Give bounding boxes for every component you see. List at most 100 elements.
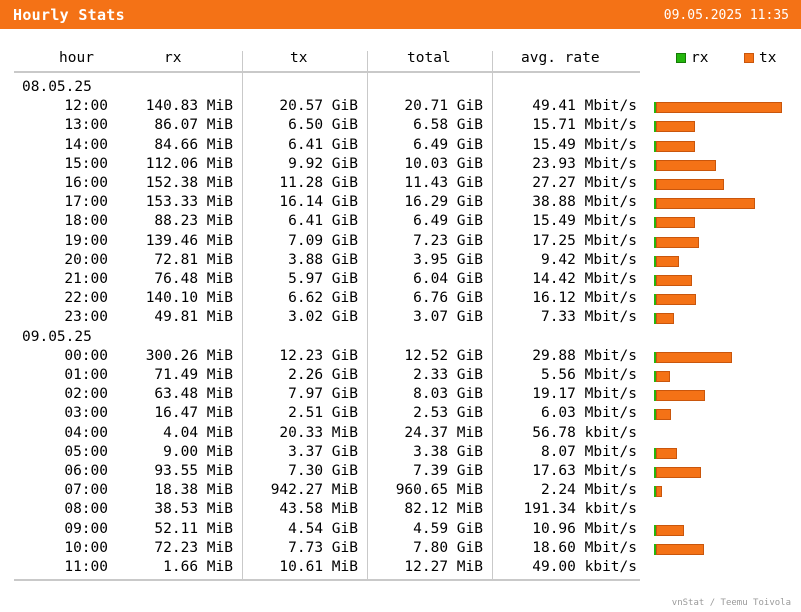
total-cell: 2.33 GiB [413, 367, 483, 383]
header-divider [14, 71, 640, 73]
legend-rx-label: rx [691, 50, 709, 66]
tx-bar-segment [656, 467, 701, 478]
table-row: 20:00 72.81 MiB 3.88 GiB 3.95 GiB 9.42 Mbit/… [0, 251, 801, 270]
tx-bar-segment [656, 543, 704, 555]
table-row: 03:00 16.47 MiB 2.51 GiB 2.53 GiB 6.03 Mbit/… [0, 404, 801, 423]
rx-cell: 140.10 MiB [145, 290, 233, 307]
hour-cell: 20:00 [64, 251, 108, 268]
table-row: 10:00 72.23 MiB 7.73 GiB 7.80 GiB 18.60 Mbit… [0, 539, 801, 558]
tx-cell: 6.41 GiB [288, 213, 358, 230]
rx-cell: 84.66 MiB [154, 136, 233, 153]
total-cell: 3.07 GiB [413, 309, 483, 326]
avg-rate-cell: 38.88 Mbit/s [532, 194, 637, 211]
hour-cell: 00:00 [64, 347, 108, 364]
table-row: 08:00 38.53 MiB 43.58 MiB 82.12 MiB 191.34 k… [0, 500, 801, 519]
traffic-bar [654, 409, 671, 421]
hour-cell: 21:00 [64, 271, 108, 287]
total-cell: 960.65 MiB [395, 482, 483, 499]
rx-cell: 93.55 MiB [154, 463, 233, 479]
tx-bar-segment [656, 179, 724, 190]
rx-cell: 112.06 MiB [145, 155, 233, 172]
tx-bar-segment [656, 371, 670, 382]
total-cell: 6.76 GiB [413, 290, 483, 307]
hour-cell: 23:00 [64, 309, 108, 326]
timestamp: 09.05.2025 11:35 [663, 8, 789, 23]
tx-bar-segment [656, 217, 695, 229]
avg-rate-cell: 27.27 Mbit/s [532, 175, 637, 191]
table-row: 12:00 140.83 MiB 20.57 GiB 20.71 GiB 49.41 M… [0, 97, 801, 116]
hour-cell: 01:00 [64, 367, 108, 383]
hour-cell: 10:00 [64, 539, 108, 556]
tx-bar-segment [656, 102, 782, 114]
total-cell: 8.03 GiB [413, 386, 483, 403]
traffic-bar [654, 467, 701, 478]
tx-cell: 7.97 GiB [288, 386, 358, 403]
table-row: 00:00 300.26 MiB 12.23 GiB 12.52 GiB 29.88 M… [0, 347, 801, 366]
page-title: Hourly Stats [13, 6, 125, 24]
rx-cell: 52.11 MiB [154, 520, 233, 537]
avg-rate-cell: 17.25 Mbit/s [532, 232, 637, 249]
traffic-bar [654, 255, 679, 267]
table-row: 19:00 139.46 MiB 7.09 GiB 7.23 GiB 17.25 Mbi… [0, 232, 801, 251]
tx-cell: 5.97 GiB [288, 271, 358, 287]
tx-cell: 20.33 MiB [279, 424, 358, 441]
table-row: 23:00 49.81 MiB 3.02 GiB 3.07 GiB 7.33 Mbit/… [0, 308, 801, 327]
title-bar: Hourly Stats 09.05.2025 11:35 [0, 0, 801, 29]
tx-bar-segment [656, 255, 679, 267]
table-row: 04:00 4.04 MiB 20.33 MiB 24.37 MiB 56.78 kbi… [0, 424, 801, 443]
traffic-bar [654, 447, 677, 459]
total-cell: 24.37 MiB [404, 424, 483, 441]
rx-cell: 1.66 MiB [163, 559, 233, 575]
table-row: 06:00 93.55 MiB 7.30 GiB 7.39 GiB 17.63 Mbit… [0, 462, 801, 481]
hour-cell: 03:00 [64, 405, 108, 422]
date-group-label: 08.05.25 [22, 79, 92, 95]
hour-cell: 22:00 [64, 290, 108, 307]
table-row: 14:00 84.66 MiB 6.41 GiB 6.49 GiB 15.49 Mbit… [0, 136, 801, 155]
traffic-bar [654, 371, 670, 382]
tx-bar-segment [656, 294, 696, 306]
avg-rate-cell: 9.42 Mbit/s [540, 251, 637, 268]
rx-cell: 152.38 MiB [145, 175, 233, 191]
tx-cell: 10.61 MiB [279, 559, 358, 575]
tx-bar-segment [656, 313, 674, 325]
tx-cell: 20.57 GiB [279, 98, 358, 115]
tx-cell: 6.62 GiB [288, 290, 358, 307]
traffic-bar [654, 351, 732, 363]
table-row: 16:00 152.38 MiB 11.28 GiB 11.43 GiB 27.27 M… [0, 174, 801, 193]
table-row: 11:00 1.66 MiB 10.61 MiB 12.27 MiB 49.00 kbi… [0, 558, 801, 577]
avg-rate-cell: 49.41 Mbit/s [532, 98, 637, 115]
hour-cell: 04:00 [64, 424, 108, 441]
traffic-bar [654, 390, 705, 402]
rx-cell: 4.04 MiB [163, 424, 233, 441]
hour-cell: 14:00 [64, 136, 108, 153]
column-header-tx: tx [290, 50, 308, 66]
total-cell: 7.80 GiB [413, 539, 483, 556]
avg-rate-cell: 5.56 Mbit/s [540, 367, 637, 383]
total-cell: 6.58 GiB [413, 117, 483, 134]
tx-cell: 12.23 GiB [279, 347, 358, 364]
avg-rate-cell: 15.49 Mbit/s [532, 213, 637, 230]
tx-bar-segment [656, 524, 684, 536]
hour-cell: 06:00 [64, 463, 108, 479]
traffic-bar [654, 313, 674, 325]
rx-cell: 38.53 MiB [154, 501, 233, 518]
table-row: 13:00 86.07 MiB 6.50 GiB 6.58 GiB 15.71 Mbit… [0, 116, 801, 135]
total-cell: 2.53 GiB [413, 405, 483, 422]
column-header-hour: hour [59, 50, 94, 66]
traffic-bar [654, 121, 695, 133]
total-cell: 20.71 GiB [404, 98, 483, 115]
hour-cell: 02:00 [64, 386, 108, 403]
rx-cell: 86.07 MiB [154, 117, 233, 134]
total-cell: 16.29 GiB [404, 194, 483, 211]
legend-tx-swatch [744, 53, 754, 63]
rx-cell: 18.38 MiB [154, 482, 233, 499]
table-row: 17:00 153.33 MiB 16.14 GiB 16.29 GiB 38.88 M… [0, 193, 801, 212]
hour-cell: 05:00 [64, 443, 108, 460]
tx-cell: 7.09 GiB [288, 232, 358, 249]
column-header-rx: rx [164, 50, 182, 66]
tx-bar-segment [656, 140, 695, 152]
table-row: 07:00 18.38 MiB 942.27 MiB 960.65 MiB 2.24 M… [0, 481, 801, 500]
total-cell: 6.49 GiB [413, 136, 483, 153]
rx-cell: 300.26 MiB [145, 347, 233, 364]
traffic-bar [654, 217, 695, 229]
